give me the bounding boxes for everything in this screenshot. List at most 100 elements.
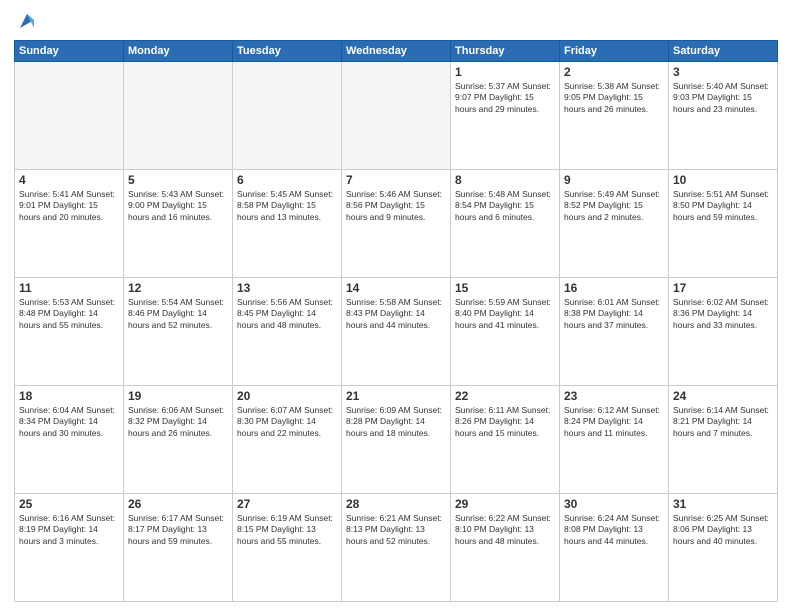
cell-day-number: 14 xyxy=(346,281,446,295)
calendar-cell: 10Sunrise: 5:51 AM Sunset: 8:50 PM Dayli… xyxy=(669,170,778,278)
calendar-week-row: 18Sunrise: 6:04 AM Sunset: 8:34 PM Dayli… xyxy=(15,386,778,494)
cell-day-info: Sunrise: 5:54 AM Sunset: 8:46 PM Dayligh… xyxy=(128,297,228,331)
calendar-cell xyxy=(15,62,124,170)
cell-day-info: Sunrise: 6:24 AM Sunset: 8:08 PM Dayligh… xyxy=(564,513,664,547)
calendar-cell: 29 Sunrise: 6:22 AM Sunset: 8:10 PM Dayli… xyxy=(451,494,560,602)
cell-day-number: 30 xyxy=(564,497,664,511)
cell-day-number: 11 xyxy=(19,281,119,295)
cell-day-number: 5 xyxy=(128,173,228,187)
calendar-cell xyxy=(342,62,451,170)
cell-day-info: Sunrise: 6:22 AM Sunset: 8:10 PM Dayligh… xyxy=(455,513,555,547)
cell-day-number: 26 xyxy=(128,497,228,511)
cell-day-info: Sunrise: 6:01 AM Sunset: 8:38 PM Dayligh… xyxy=(564,297,664,331)
header-tuesday: Tuesday xyxy=(233,41,342,62)
cell-day-info: Sunrise: 6:04 AM Sunset: 8:34 PM Dayligh… xyxy=(19,405,119,439)
calendar-cell: 21 Sunrise: 6:09 AM Sunset: 8:28 PM Dayli… xyxy=(342,386,451,494)
calendar-cell: 22 Sunrise: 6:11 AM Sunset: 8:26 PM Dayli… xyxy=(451,386,560,494)
calendar-cell: 18Sunrise: 6:04 AM Sunset: 8:34 PM Dayli… xyxy=(15,386,124,494)
calendar-cell xyxy=(124,62,233,170)
calendar-cell: 15 Sunrise: 5:59 AM Sunset: 8:40 PM Dayli… xyxy=(451,278,560,386)
days-header-row: Sunday Monday Tuesday Wednesday Thursday… xyxy=(15,41,778,62)
logo xyxy=(14,10,38,32)
cell-day-number: 24 xyxy=(673,389,773,403)
cell-day-number: 7 xyxy=(346,173,446,187)
cell-day-info: Sunrise: 5:56 AM Sunset: 8:45 PM Dayligh… xyxy=(237,297,337,331)
cell-day-info: Sunrise: 6:14 AM Sunset: 8:21 PM Dayligh… xyxy=(673,405,773,439)
cell-day-info: Sunrise: 6:09 AM Sunset: 8:28 PM Dayligh… xyxy=(346,405,446,439)
cell-day-info: Sunrise: 5:38 AM Sunset: 9:05 PM Dayligh… xyxy=(564,81,664,115)
cell-day-info: Sunrise: 6:02 AM Sunset: 8:36 PM Dayligh… xyxy=(673,297,773,331)
cell-day-info: Sunrise: 5:45 AM Sunset: 8:58 PM Dayligh… xyxy=(237,189,337,223)
calendar-cell: 27Sunrise: 6:19 AM Sunset: 8:15 PM Dayli… xyxy=(233,494,342,602)
cell-day-number: 21 xyxy=(346,389,446,403)
cell-day-info: Sunrise: 6:07 AM Sunset: 8:30 PM Dayligh… xyxy=(237,405,337,439)
cell-day-number: 6 xyxy=(237,173,337,187)
calendar-cell: 23 Sunrise: 6:12 AM Sunset: 8:24 PM Dayli… xyxy=(560,386,669,494)
calendar-cell: 3Sunrise: 5:40 AM Sunset: 9:03 PM Daylig… xyxy=(669,62,778,170)
page: Sunday Monday Tuesday Wednesday Thursday… xyxy=(0,0,792,612)
header-friday: Friday xyxy=(560,41,669,62)
cell-day-number: 9 xyxy=(564,173,664,187)
header-saturday: Saturday xyxy=(669,41,778,62)
calendar-cell: 25Sunrise: 6:16 AM Sunset: 8:19 PM Dayli… xyxy=(15,494,124,602)
calendar-cell: 30 Sunrise: 6:24 AM Sunset: 8:08 PM Dayli… xyxy=(560,494,669,602)
calendar-week-row: 25Sunrise: 6:16 AM Sunset: 8:19 PM Dayli… xyxy=(15,494,778,602)
calendar-week-row: 1 Sunrise: 5:37 AM Sunset: 9:07 PM Daylig… xyxy=(15,62,778,170)
logo-icon xyxy=(16,10,38,32)
cell-day-number: 22 xyxy=(455,389,555,403)
calendar-week-row: 11 Sunrise: 5:53 AM Sunset: 8:48 PM Dayli… xyxy=(15,278,778,386)
cell-day-info: Sunrise: 6:21 AM Sunset: 8:13 PM Dayligh… xyxy=(346,513,446,547)
calendar-cell: 2 Sunrise: 5:38 AM Sunset: 9:05 PM Daylig… xyxy=(560,62,669,170)
header-thursday: Thursday xyxy=(451,41,560,62)
calendar-cell: 5 Sunrise: 5:43 AM Sunset: 9:00 PM Daylig… xyxy=(124,170,233,278)
calendar-cell: 26 Sunrise: 6:17 AM Sunset: 8:17 PM Dayli… xyxy=(124,494,233,602)
cell-day-number: 31 xyxy=(673,497,773,511)
cell-day-info: Sunrise: 5:43 AM Sunset: 9:00 PM Dayligh… xyxy=(128,189,228,223)
cell-day-info: Sunrise: 6:12 AM Sunset: 8:24 PM Dayligh… xyxy=(564,405,664,439)
header-wednesday: Wednesday xyxy=(342,41,451,62)
cell-day-info: Sunrise: 6:17 AM Sunset: 8:17 PM Dayligh… xyxy=(128,513,228,547)
calendar-cell: 4 Sunrise: 5:41 AM Sunset: 9:01 PM Daylig… xyxy=(15,170,124,278)
calendar-cell: 12 Sunrise: 5:54 AM Sunset: 8:46 PM Dayli… xyxy=(124,278,233,386)
cell-day-number: 8 xyxy=(455,173,555,187)
cell-day-number: 2 xyxy=(564,65,664,79)
header-monday: Monday xyxy=(124,41,233,62)
cell-day-info: Sunrise: 5:58 AM Sunset: 8:43 PM Dayligh… xyxy=(346,297,446,331)
calendar-cell: 28Sunrise: 6:21 AM Sunset: 8:13 PM Dayli… xyxy=(342,494,451,602)
cell-day-number: 19 xyxy=(128,389,228,403)
cell-day-info: Sunrise: 5:37 AM Sunset: 9:07 PM Dayligh… xyxy=(455,81,555,115)
calendar-week-row: 4 Sunrise: 5:41 AM Sunset: 9:01 PM Daylig… xyxy=(15,170,778,278)
cell-day-info: Sunrise: 6:16 AM Sunset: 8:19 PM Dayligh… xyxy=(19,513,119,547)
calendar-cell: 14 Sunrise: 5:58 AM Sunset: 8:43 PM Dayli… xyxy=(342,278,451,386)
calendar-cell: 8Sunrise: 5:48 AM Sunset: 8:54 PM Daylig… xyxy=(451,170,560,278)
cell-day-number: 17 xyxy=(673,281,773,295)
calendar-cell: 1 Sunrise: 5:37 AM Sunset: 9:07 PM Daylig… xyxy=(451,62,560,170)
cell-day-info: Sunrise: 5:41 AM Sunset: 9:01 PM Dayligh… xyxy=(19,189,119,223)
calendar-cell: 24 Sunrise: 6:14 AM Sunset: 8:21 PM Dayli… xyxy=(669,386,778,494)
cell-day-info: Sunrise: 6:11 AM Sunset: 8:26 PM Dayligh… xyxy=(455,405,555,439)
calendar-body: 1 Sunrise: 5:37 AM Sunset: 9:07 PM Daylig… xyxy=(15,62,778,602)
calendar-cell: 20Sunrise: 6:07 AM Sunset: 8:30 PM Dayli… xyxy=(233,386,342,494)
cell-day-number: 4 xyxy=(19,173,119,187)
cell-day-info: Sunrise: 5:49 AM Sunset: 8:52 PM Dayligh… xyxy=(564,189,664,223)
cell-day-number: 3 xyxy=(673,65,773,79)
cell-day-info: Sunrise: 5:59 AM Sunset: 8:40 PM Dayligh… xyxy=(455,297,555,331)
cell-day-info: Sunrise: 5:51 AM Sunset: 8:50 PM Dayligh… xyxy=(673,189,773,223)
cell-day-info: Sunrise: 6:19 AM Sunset: 8:15 PM Dayligh… xyxy=(237,513,337,547)
calendar-cell: 17 Sunrise: 6:02 AM Sunset: 8:36 PM Dayli… xyxy=(669,278,778,386)
cell-day-number: 15 xyxy=(455,281,555,295)
cell-day-info: Sunrise: 5:46 AM Sunset: 8:56 PM Dayligh… xyxy=(346,189,446,223)
calendar-cell xyxy=(233,62,342,170)
cell-day-number: 29 xyxy=(455,497,555,511)
cell-day-number: 13 xyxy=(237,281,337,295)
cell-day-info: Sunrise: 6:06 AM Sunset: 8:32 PM Dayligh… xyxy=(128,405,228,439)
cell-day-number: 1 xyxy=(455,65,555,79)
calendar-cell: 16Sunrise: 6:01 AM Sunset: 8:38 PM Dayli… xyxy=(560,278,669,386)
calendar-table: Sunday Monday Tuesday Wednesday Thursday… xyxy=(14,40,778,602)
cell-day-number: 12 xyxy=(128,281,228,295)
calendar-cell: 6 Sunrise: 5:45 AM Sunset: 8:58 PM Daylig… xyxy=(233,170,342,278)
calendar-cell: 13 Sunrise: 5:56 AM Sunset: 8:45 PM Dayli… xyxy=(233,278,342,386)
cell-day-info: Sunrise: 5:53 AM Sunset: 8:48 PM Dayligh… xyxy=(19,297,119,331)
cell-day-number: 23 xyxy=(564,389,664,403)
calendar-cell: 31Sunrise: 6:25 AM Sunset: 8:06 PM Dayli… xyxy=(669,494,778,602)
